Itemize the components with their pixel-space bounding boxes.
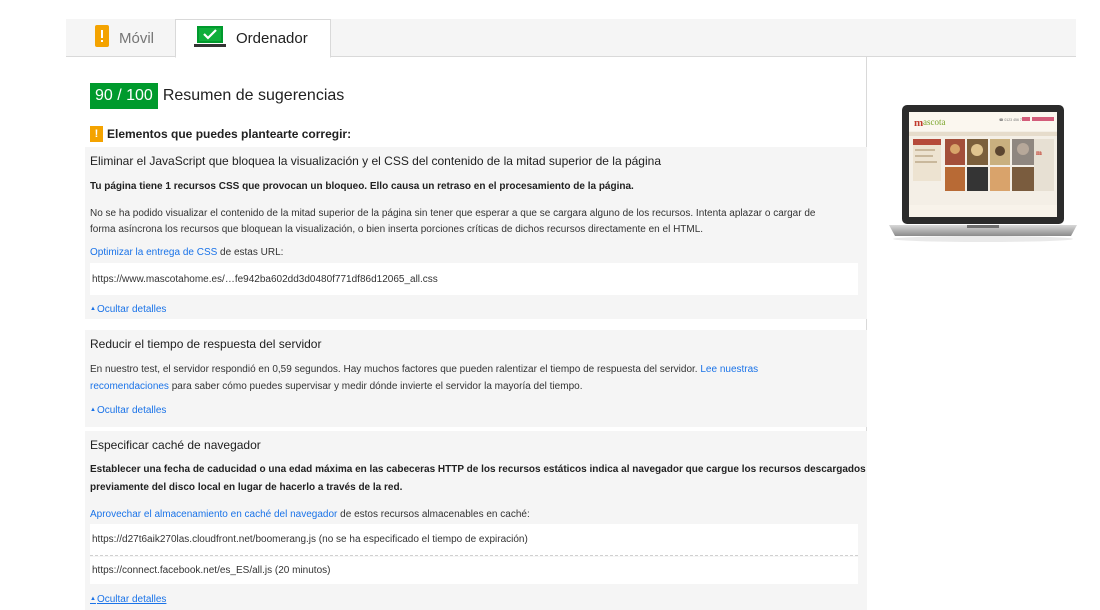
hide-details-label: Ocultar detalles (96, 594, 167, 605)
hide-details-link[interactable]: ▲Ocultar detalles (90, 304, 166, 315)
triangle-up-icon: ▲ (90, 596, 96, 603)
svg-text:ascota: ascota (923, 117, 946, 127)
rule-summary-line2: previamente del disco local en lugar de … (90, 482, 403, 493)
url-text: https://d27t6aik270las.cloudfront.net/bo… (92, 534, 528, 545)
rule-server-response: Reducir el tiempo de respuesta del servi… (85, 330, 867, 427)
tab-movil[interactable]: Móvil (78, 19, 188, 57)
optimize-css-link[interactable]: Optimizar la entrega de CSS (90, 247, 217, 258)
desktop-check-icon (194, 25, 226, 52)
rule-browser-caching: Especificar caché de navegador Establece… (85, 431, 867, 610)
rule-title: Eliminar el JavaScript que bloquea la vi… (90, 154, 661, 168)
url-row: https://connect.facebook.net/es_ES/all.j… (90, 557, 858, 584)
rule-url-intro: Optimizar la entrega de CSS de estas URL… (90, 245, 283, 262)
rule-title: Reducir el tiempo de respuesta del servi… (90, 337, 322, 351)
rule-url-intro-suffix: de estas URL: (217, 247, 284, 258)
rule-description: En nuestro test, el servidor respondió e… (90, 362, 850, 395)
tab-ordenador-label: Ordenador (236, 30, 308, 47)
summary-header: 90 / 100 Resumen de sugerencias (90, 83, 344, 109)
triangle-up-icon: ▲ (90, 306, 96, 313)
consider-fixing-title: Elementos que puedes plantearte corregir… (107, 127, 352, 141)
url-row: https://d27t6aik270las.cloudfront.net/bo… (90, 524, 858, 556)
svg-text:m: m (1036, 149, 1042, 157)
tab-movil-label: Móvil (119, 29, 155, 47)
hide-details-link[interactable]: ▲Ocultar detalles (90, 594, 166, 605)
svg-text:m: m (914, 117, 923, 129)
mobile-warning-icon (95, 25, 109, 51)
triangle-up-icon: ▲ (90, 407, 96, 414)
warning-icon: ! (90, 126, 103, 142)
hide-details-label: Ocultar detalles (96, 304, 167, 315)
rule-summary: Tu página tiene 1 recursos CSS que provo… (90, 181, 634, 192)
device-tabs: Móvil Ordenador (66, 19, 1076, 58)
rule-description-line2: forma asíncrona los recursos que bloquea… (90, 224, 704, 235)
recommendations-link[interactable]: recomendaciones (90, 381, 169, 392)
rule-description-part1: En nuestro test, el servidor respondió e… (90, 364, 701, 375)
rule-url-intro-suffix: de estos recursos almacenables en caché: (337, 509, 530, 520)
consider-fixing-header: ! Elementos que puedes plantearte correg… (90, 126, 351, 142)
score-badge: 90 / 100 (90, 83, 158, 109)
leverage-caching-link[interactable]: Aprovechar el almacenamiento en caché de… (90, 509, 337, 520)
rule-description-line1: No se ha podido visualizar el contenido … (90, 208, 816, 219)
hide-details-label: Ocultar detalles (96, 405, 167, 416)
read-recommendations-link[interactable]: Lee nuestras (700, 364, 758, 375)
rule-description-part2: para saber cómo puedes supervisar y medi… (168, 380, 583, 392)
preview-phone-text: ☎ 0123 456 789 (999, 118, 1026, 122)
url-text: https://www.mascotahome.es/…fe942ba602dd… (92, 273, 438, 285)
summary-title: Resumen de sugerencias (162, 87, 345, 104)
url-text: https://connect.facebook.net/es_ES/all.j… (92, 565, 331, 576)
url-row: https://www.mascotahome.es/…fe942ba602dd… (90, 263, 858, 295)
hide-details-link[interactable]: ▲Ocultar detalles (90, 405, 166, 416)
rule-summary-line1: Establecer una fecha de caducidad o una … (90, 464, 866, 475)
rule-render-blocking: Eliminar el JavaScript que bloquea la vi… (85, 147, 867, 319)
rule-title: Especificar caché de navegador (90, 438, 261, 452)
tab-ordenador[interactable]: Ordenador (175, 19, 331, 58)
rule-url-intro: Aprovechar el almacenamiento en caché de… (90, 507, 530, 524)
results-panel: 90 / 100 Resumen de sugerencias ! Elemen… (66, 57, 867, 610)
desktop-preview-image: m ascota ☎ 0123 456 789 m (889, 105, 1077, 245)
